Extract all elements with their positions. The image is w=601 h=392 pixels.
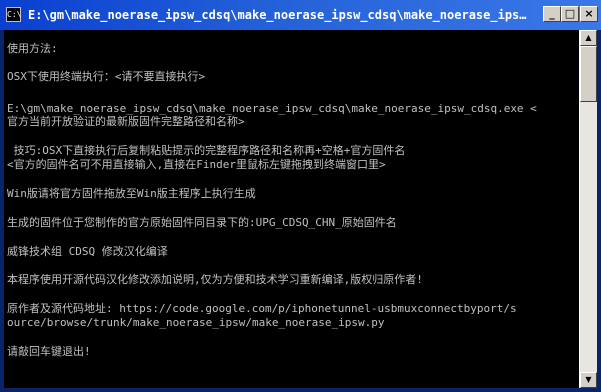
maximize-button[interactable]: □ (561, 6, 579, 22)
close-button[interactable]: × (580, 6, 598, 22)
title-bar[interactable]: C:\ E:\gm\make_noerase_ipsw_cdsq\make_no… (0, 0, 601, 30)
console-line: E:\gm\make_noerase_ipsw_cdsq\make_noeras… (7, 102, 537, 115)
console-window: C:\ E:\gm\make_noerase_ipsw_cdsq\make_no… (0, 0, 601, 392)
console-line: 请敲回车键退出! (7, 345, 91, 358)
scroll-down-arrow-icon[interactable]: ▼ (580, 372, 597, 388)
console-line: <官方的固件名可不用直接输入,直接在Finder里鼠标左键拖拽到终端窗口里> (7, 158, 386, 171)
console-line: 本程序使用开源代码汉化修改添加说明,仅为方便和技术学习重新编译,版权归原作者! (7, 273, 423, 286)
minimize-button[interactable]: _ (543, 6, 561, 22)
console-line: 生成的固件位于您制作的官方原始固件同目录下的:UPG_CDSQ_CHN_原始固件… (7, 216, 397, 229)
console-line: 原作者及源代码地址: https://code.google.com/p/iph… (7, 302, 517, 315)
vertical-scrollbar[interactable]: ▲ ▼ (579, 30, 597, 388)
console-app-icon[interactable]: C:\ (6, 7, 21, 22)
scroll-thumb[interactable] (580, 46, 597, 102)
console-line: Win版请将官方固件拖放至Win版主程序上执行生成 (7, 187, 256, 200)
console-line: OSX下使用终端执行：<请不要直接执行> (7, 70, 206, 83)
console-line: 技巧:OSX下直接执行后复制粘贴提示的完整程序路径和名称再+空格+官方固件名 (7, 144, 406, 157)
console-line: 官方当前开放验证的最新版固件完整路径和名称> (7, 115, 245, 128)
console-line: 使用方法: (7, 42, 58, 55)
scroll-up-arrow-icon[interactable]: ▲ (580, 30, 597, 46)
console-output[interactable]: 使用方法: OSX下使用终端执行：<请不要直接执行> E:\gm\make_no… (4, 30, 579, 388)
console-line: ource/browse/trunk/make_noerase_ipsw/mak… (7, 316, 385, 329)
console-line: 威锋技术组 CDSQ 修改汉化编译 (7, 245, 168, 258)
window-title: E:\gm\make_noerase_ipsw_cdsq\make_noeras… (28, 8, 528, 22)
